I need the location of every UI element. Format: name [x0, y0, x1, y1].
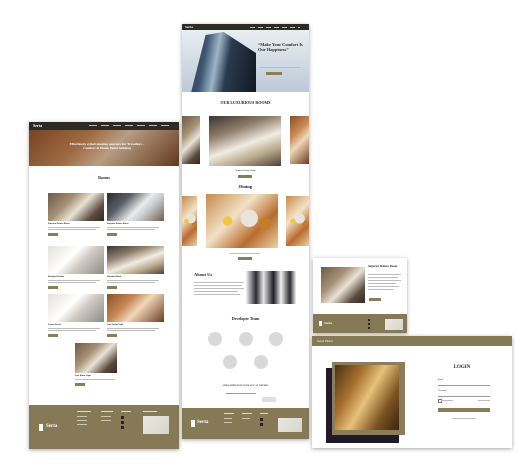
footer: Serta: [29, 405, 179, 449]
signup-link[interactable]: [452, 418, 476, 419]
room-image[interactable]: [48, 294, 104, 322]
team-avatar[interactable]: [269, 332, 283, 346]
subscribe-title: SUBSCRIBE FOR YOUR LOCAL OFFERS: [222, 384, 269, 387]
login-header-logo[interactable]: Serta Hotel: [317, 339, 333, 343]
login-lobby-image: [335, 365, 399, 430]
book-button[interactable]: [48, 286, 58, 289]
detail-footer: Serta: [313, 314, 407, 333]
forgot-password-link[interactable]: [478, 400, 490, 401]
dining-button[interactable]: [238, 257, 252, 260]
rooms-title: OUR LUXURIOUS ROOMS: [220, 100, 271, 105]
rooms-section-title: Rooms: [98, 175, 110, 180]
dining-image[interactable]: [286, 196, 309, 246]
room-name[interactable]: Standard Double: [48, 276, 64, 278]
room-image[interactable]: [182, 116, 200, 164]
map[interactable]: [278, 418, 302, 432]
map[interactable]: [385, 319, 403, 330]
room-image[interactable]: [290, 116, 309, 164]
team-avatar[interactable]: [208, 332, 222, 346]
login-header: Serta Hotel: [312, 336, 512, 346]
dining-image[interactable]: [206, 194, 278, 248]
login-button[interactable]: [438, 408, 490, 412]
social-icon[interactable]: [121, 416, 124, 419]
building-image: [191, 32, 256, 92]
subscribe-input[interactable]: [226, 390, 256, 394]
room-image[interactable]: [107, 246, 164, 274]
login-page-mockup: Serta Hotel LOGIN Email Password: [312, 336, 512, 448]
room-image[interactable]: [75, 343, 117, 373]
team-avatar[interactable]: [254, 355, 268, 369]
social-icon[interactable]: [260, 423, 263, 426]
footer-brand: Serta: [324, 320, 332, 325]
book-button[interactable]: [107, 233, 117, 236]
nav-links[interactable]: [89, 125, 169, 126]
dining-title: Dining: [238, 184, 252, 189]
room-name[interactable]: Superior Deluxe Room: [107, 223, 129, 225]
book-button[interactable]: [48, 233, 58, 236]
social-icon[interactable]: [368, 323, 370, 325]
team-avatar[interactable]: [239, 332, 253, 346]
hero-button[interactable]: [266, 72, 282, 75]
login-title: LOGIN: [453, 365, 471, 370]
room-image[interactable]: [48, 193, 104, 221]
room-image[interactable]: [209, 116, 281, 166]
subscribe-button[interactable]: [262, 397, 276, 402]
home-hero: “Make Your Comfort Is Our Happiness”: [182, 30, 309, 92]
book-button[interactable]: [107, 334, 117, 337]
footer: Serta: [182, 408, 309, 439]
map[interactable]: [143, 416, 169, 434]
hero-headline: Effortlessly styled sleeping quarters fo…: [69, 142, 145, 150]
password-field[interactable]: [438, 394, 490, 397]
featured-room-name[interactable]: Superior Deluxe Room: [182, 170, 309, 172]
room-image[interactable]: [48, 246, 104, 274]
footer-brand: Serta: [46, 424, 58, 429]
room-name[interactable]: Junr Aloue Light: [75, 375, 91, 377]
room-name[interactable]: Standard Back: [107, 276, 121, 278]
room-detail-mockup: Superior Deluxe Room Serta: [313, 258, 407, 333]
room-name[interactable]: Juer Junior Light: [107, 324, 123, 326]
remember-label: [441, 400, 453, 401]
book-button[interactable]: [75, 383, 85, 386]
hero-quote: “Make Your Comfort Is Our Happiness”: [258, 42, 303, 52]
social-icon[interactable]: [368, 319, 370, 321]
footer-logo-icon: [191, 420, 195, 427]
room-image[interactable]: [107, 294, 164, 322]
social-icon[interactable]: [121, 426, 124, 429]
about-image: [246, 271, 296, 304]
detail-room-image: [321, 267, 365, 303]
social-icon[interactable]: [260, 418, 263, 421]
logo[interactable]: Serta: [33, 123, 42, 128]
rooms-page-mockup: Serta Effortlessly styled sleeping quart…: [29, 122, 179, 449]
detail-book-button[interactable]: [369, 298, 381, 301]
rooms-hero-image: Effortlessly styled sleeping quarters fo…: [29, 130, 179, 166]
rooms-navbar: Serta: [29, 122, 179, 130]
team-title: Developer Team: [231, 316, 260, 321]
room-button[interactable]: [238, 175, 252, 178]
room-name[interactable]: Junior Deluxe: [48, 324, 61, 326]
footer-brand: Serta: [197, 420, 209, 425]
detail-title: Superior Deluxe Room: [368, 264, 398, 268]
room-image[interactable]: [107, 193, 164, 221]
book-button[interactable]: [48, 334, 58, 337]
email-field[interactable]: [438, 383, 490, 386]
footer-logo-icon: [39, 424, 43, 431]
room-name[interactable]: Superior Deluxe Room: [48, 223, 70, 225]
social-icon[interactable]: [368, 327, 370, 329]
email-label: Email: [438, 379, 444, 381]
nav-links[interactable]: [250, 26, 300, 28]
home-page-mockup: Serta “Make Your Comfort Is Our Happines…: [182, 24, 309, 439]
about-title: About Us: [194, 272, 213, 277]
password-label: Password: [438, 390, 447, 392]
team-avatar[interactable]: [223, 355, 237, 369]
social-icon[interactable]: [121, 421, 124, 424]
logo[interactable]: Serta: [185, 25, 193, 29]
footer-logo-icon: [319, 321, 322, 326]
dining-image[interactable]: [182, 196, 197, 246]
book-button[interactable]: [107, 286, 117, 289]
